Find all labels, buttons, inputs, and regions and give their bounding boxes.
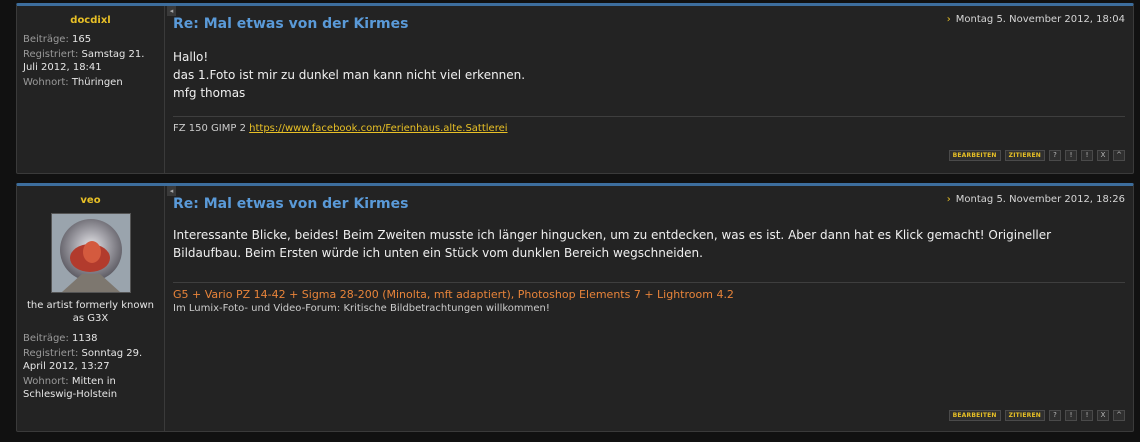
post-actions: BEARBEITEN ZITIEREN ? ! ! X ^ [948, 150, 1125, 161]
author-location: Wohnort: Thüringen [23, 77, 123, 88]
report-icon[interactable]: ! [1065, 150, 1077, 161]
post-date: › Montag 5. November 2012, 18:26 [946, 194, 1125, 205]
post-link-icon[interactable]: › [947, 14, 951, 25]
post-signature: FZ 150 GIMP 2 https://www.facebook.com/F… [173, 116, 1125, 136]
edit-button[interactable]: BEARBEITEN [948, 410, 1001, 421]
post-body: Interessante Blicke, beides! Beim Zweite… [173, 228, 1052, 260]
info-icon[interactable]: ? [1049, 410, 1061, 421]
edit-button[interactable]: BEARBEITEN [948, 150, 1001, 161]
author-posts-count: Beiträge: 165 [23, 34, 92, 45]
avatar[interactable] [50, 213, 131, 293]
post-title[interactable]: Re: Mal etwas von der Kirmes [173, 196, 408, 212]
top-icon[interactable]: ^ [1113, 410, 1125, 421]
delete-icon[interactable]: X [1097, 410, 1109, 421]
post-signature: G5 + Vario PZ 14-42 + Sigma 28-200 (Mino… [173, 282, 1125, 316]
forum-post: docdixl Beiträge: 165 Registriert: Samst… [16, 3, 1134, 174]
author-profile: veo the artist formerly known as G3X Bei… [17, 186, 165, 431]
post-body: Hallo! das 1.Foto ist mir zu dunkel man … [173, 50, 526, 100]
warn-icon[interactable]: ! [1081, 150, 1093, 161]
author-rank: the artist formerly known as G3X [26, 300, 155, 324]
author-posts-count: Beiträge: 1138 [23, 333, 98, 344]
forum-post: veo the artist formerly known as G3X Bei… [16, 183, 1134, 432]
signature-link[interactable]: https://www.facebook.com/Ferienhaus.alte… [249, 123, 507, 134]
warn-icon[interactable]: ! [1081, 410, 1093, 421]
author-registered: Registriert: Samstag 21. Juli 2012, 18:4… [23, 49, 145, 73]
report-icon[interactable]: ! [1065, 410, 1077, 421]
quote-button[interactable]: ZITIEREN [1004, 410, 1045, 421]
top-icon[interactable]: ^ [1113, 150, 1125, 161]
delete-icon[interactable]: X [1097, 150, 1109, 161]
quote-button[interactable]: ZITIEREN [1004, 150, 1045, 161]
post-content: Re: Mal etwas von der Kirmes › Montag 5. … [173, 186, 1125, 431]
post-date: › Montag 5. November 2012, 18:04 [946, 14, 1125, 25]
author-registered: Registriert: Sonntag 29. April 2012, 13:… [23, 348, 143, 372]
author-username[interactable]: docdixl [23, 14, 158, 27]
author-location: Wohnort: Mitten in Schleswig-Holstein [23, 376, 118, 400]
post-content: Re: Mal etwas von der Kirmes › Montag 5. … [173, 6, 1125, 173]
post-title[interactable]: Re: Mal etwas von der Kirmes [173, 16, 408, 32]
author-username[interactable]: veo [23, 194, 158, 207]
author-profile: docdixl Beiträge: 165 Registriert: Samst… [17, 6, 165, 173]
post-link-icon[interactable]: › [947, 194, 951, 205]
info-icon[interactable]: ? [1049, 150, 1061, 161]
post-actions: BEARBEITEN ZITIEREN ? ! ! X ^ [948, 410, 1125, 421]
